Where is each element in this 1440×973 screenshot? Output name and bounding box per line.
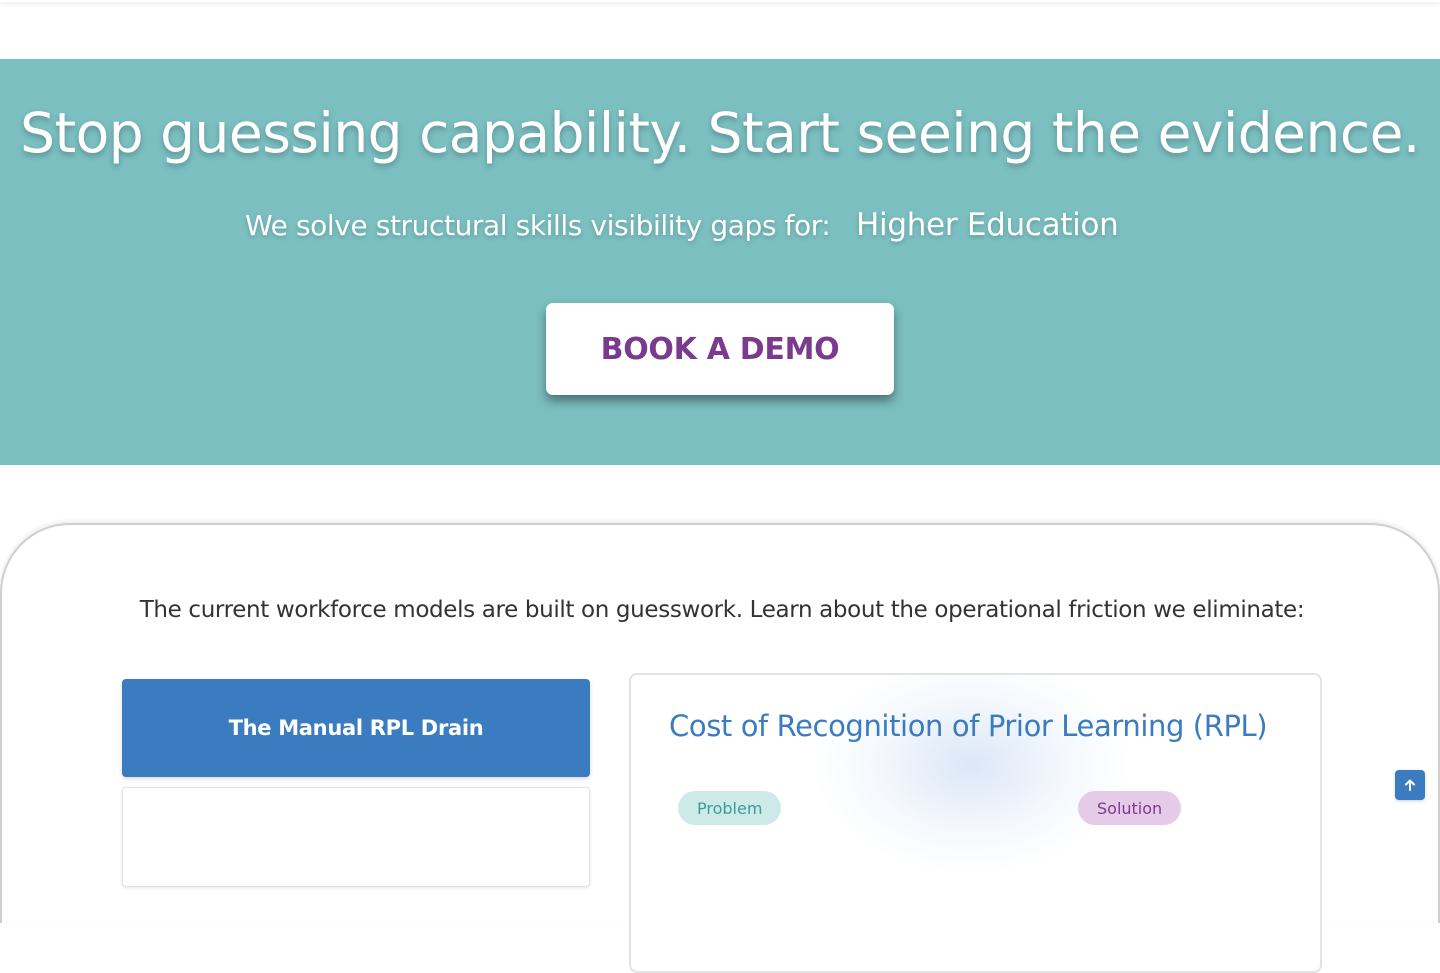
hero-section: Stop guessing capability. Start seeing t… xyxy=(0,59,1440,465)
solution-badge: Solution xyxy=(1078,791,1182,825)
tab-next[interactable] xyxy=(122,787,590,887)
problem-badge: Problem xyxy=(678,791,782,825)
friction-intro: The current workforce models are built o… xyxy=(139,597,1305,623)
scroll-top-button[interactable] xyxy=(1395,770,1425,800)
hero-subtitle: We solve structural skills visibility ga… xyxy=(245,209,831,242)
hero-title: Stop guessing capability. Start seeing t… xyxy=(20,101,1420,165)
tab-manual-rpl-drain[interactable]: The Manual RPL Drain xyxy=(122,679,590,777)
book-demo-button[interactable]: BOOK A DEMO xyxy=(546,303,894,395)
card-glow xyxy=(811,675,1131,875)
detail-card: Cost of Recognition of Prior Learning (R… xyxy=(629,673,1322,973)
arrow-up-icon xyxy=(1405,779,1415,791)
friction-section: The current workforce models are built o… xyxy=(0,523,1440,973)
card-title: Cost of Recognition of Prior Learning (R… xyxy=(669,709,1268,743)
header-bar xyxy=(0,0,1440,2)
hero-sector-text: Higher Education xyxy=(856,207,1119,243)
